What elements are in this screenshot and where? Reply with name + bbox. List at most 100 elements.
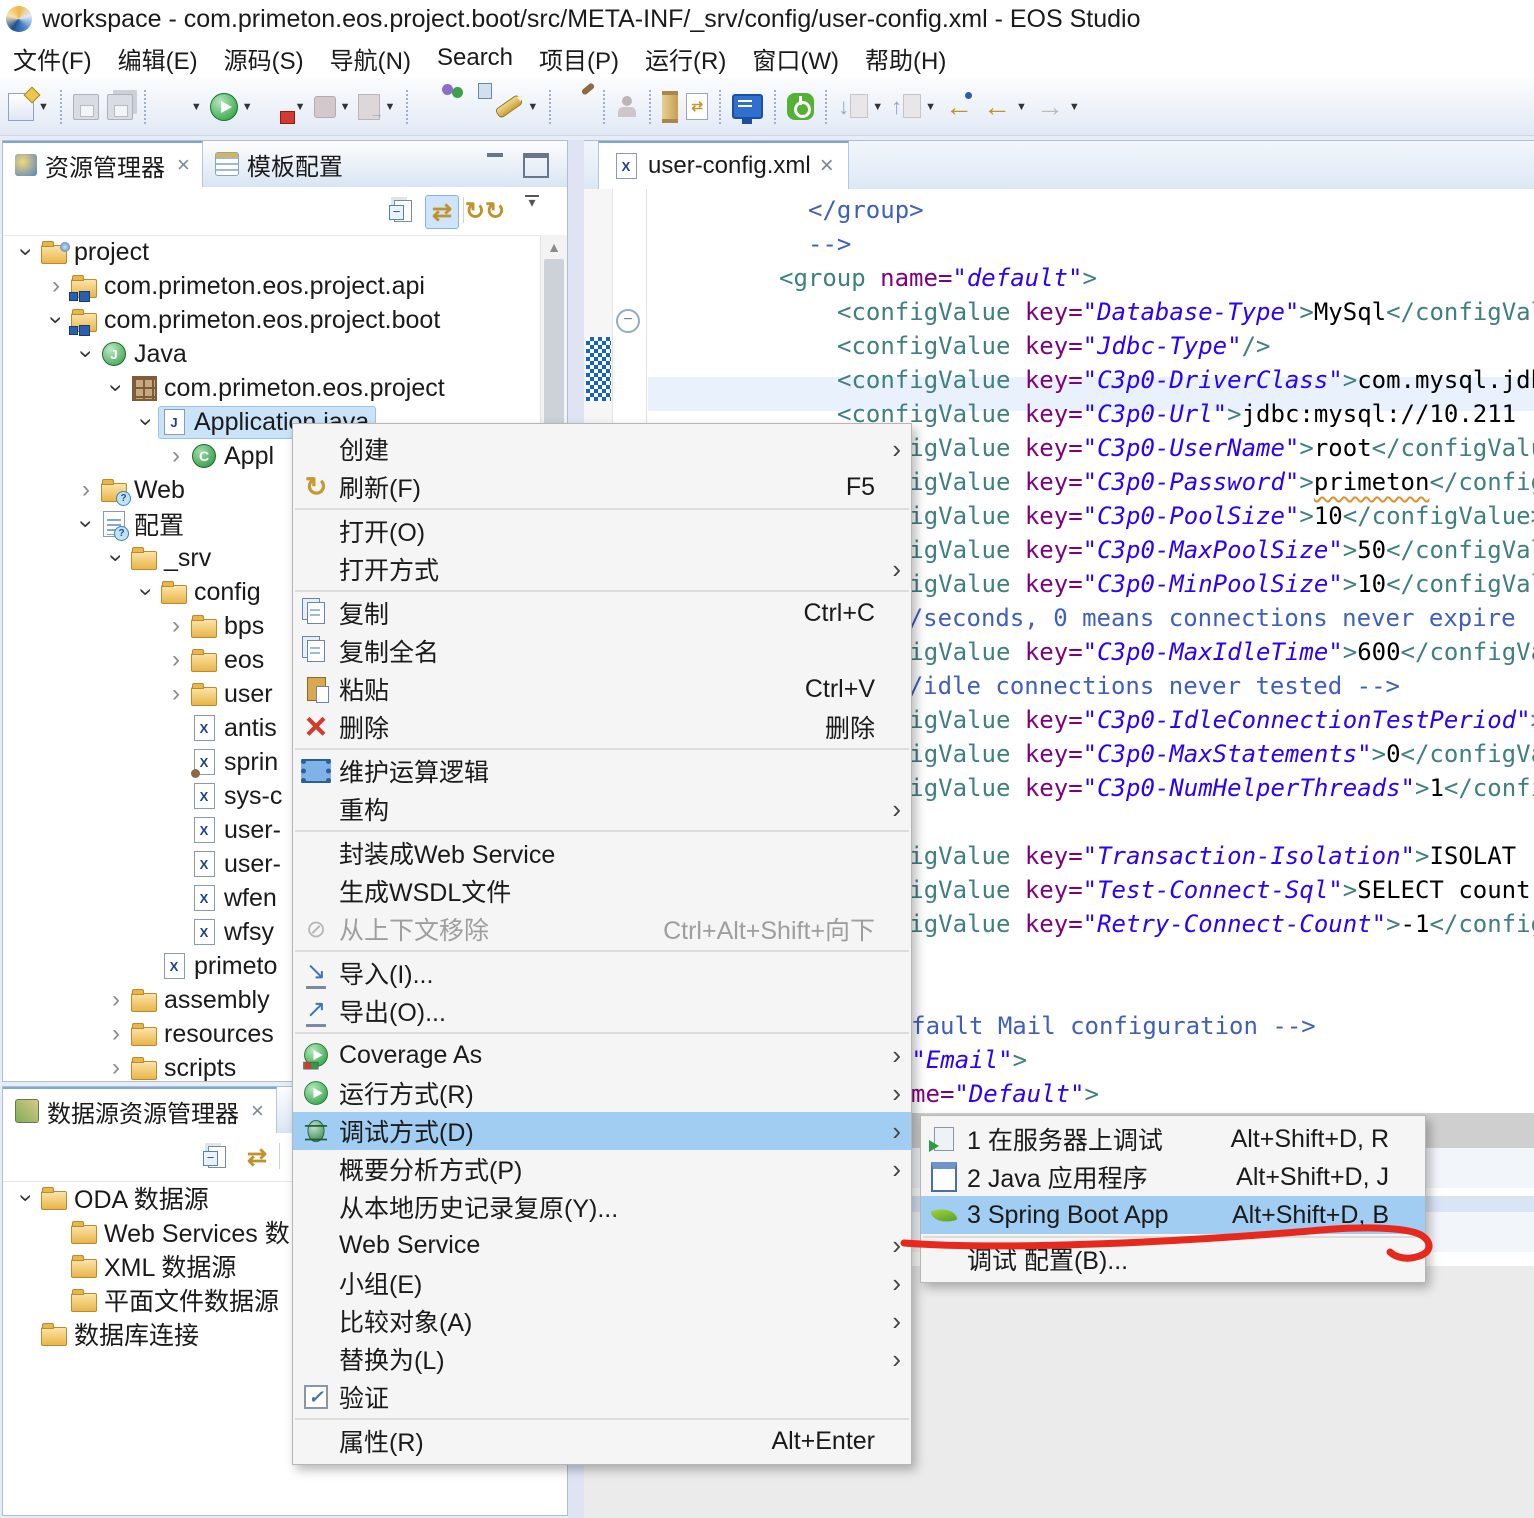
close-icon[interactable]: × bbox=[820, 152, 834, 180]
expand-arrow-icon[interactable]: › bbox=[132, 579, 160, 605]
tree-item-sprin[interactable]: Xsprin bbox=[163, 745, 284, 779]
dropdown-caret-icon[interactable]: ▼ bbox=[295, 101, 306, 113]
dropdown-caret-icon[interactable]: ▼ bbox=[242, 101, 253, 113]
menu-item-删除[interactable]: 删除删除 bbox=[293, 708, 911, 746]
scrollbar-thumb[interactable] bbox=[544, 259, 564, 425]
new-wizard-button[interactable]: ▼ bbox=[6, 87, 51, 127]
menu-item-复制全名[interactable]: 复制全名 bbox=[293, 632, 911, 670]
expand-arrow-icon[interactable]: › bbox=[72, 341, 100, 367]
menu-item-属性-R-[interactable]: 属性(R)Alt+Enter bbox=[293, 1422, 911, 1460]
highlighter-button[interactable]: ▼ bbox=[493, 87, 540, 127]
collapse-all-icon[interactable] bbox=[387, 195, 419, 227]
menu-item-验证[interactable]: 验证 bbox=[293, 1378, 911, 1416]
dropdown-caret-icon[interactable]: ▼ bbox=[527, 101, 538, 113]
expand-arrow-icon[interactable]: › bbox=[103, 986, 129, 1014]
expand-arrow-icon[interactable]: › bbox=[73, 476, 99, 504]
tree-item-com-primeton-eos-project-boot[interactable]: ›com.primeton.eos.project.boot bbox=[43, 303, 446, 337]
tab-user-config-xml[interactable]: X user-config.xml × bbox=[598, 141, 849, 189]
tree-item-ODA-数据源[interactable]: ›ODA 数据源 bbox=[13, 1181, 215, 1215]
dropdown-caret-icon[interactable]: ▼ bbox=[1069, 101, 1080, 113]
debug-button[interactable]: ▼ bbox=[155, 87, 204, 127]
tree-item-Web[interactable]: ›Web bbox=[73, 473, 191, 507]
spool-button[interactable] bbox=[660, 87, 680, 127]
menu-item-封装成Web-Service[interactable]: 封装成Web Service bbox=[293, 834, 911, 872]
expand-arrow-icon[interactable]: › bbox=[43, 272, 69, 300]
link-with-editor-icon[interactable]: ⇄ bbox=[425, 195, 459, 229]
tree-item-XML-数据源[interactable]: XML 数据源 bbox=[43, 1249, 242, 1283]
tree-item-eos[interactable]: ›eos bbox=[163, 643, 270, 677]
expand-arrow-icon[interactable]: › bbox=[163, 442, 189, 470]
menubar-item[interactable]: 源码(S) bbox=[211, 38, 317, 78]
expand-arrow-icon[interactable]: › bbox=[132, 409, 160, 435]
menu-item-打开方式[interactable]: 打开方式› bbox=[293, 550, 911, 588]
expand-arrow-icon[interactable]: › bbox=[72, 511, 100, 537]
menubar-item[interactable]: 帮助(H) bbox=[852, 38, 959, 78]
menu-item-小组-E-[interactable]: 小组(E)› bbox=[293, 1264, 911, 1302]
menu-item-维护运算逻辑[interactable]: 维护运算逻辑 bbox=[293, 752, 911, 790]
run-config-button[interactable]: ▼ bbox=[259, 87, 308, 127]
tree-item-scripts[interactable]: ›scripts bbox=[103, 1051, 242, 1081]
tab-datasource-explorer[interactable]: 数据源资源管理器 × bbox=[3, 1087, 277, 1133]
stop-disabled-button[interactable]: ▼ bbox=[312, 87, 353, 127]
menu-item-从本地历史记录复原-Y-[interactable]: 从本地历史记录复原(Y)... bbox=[293, 1188, 911, 1226]
expand-arrow-icon[interactable]: › bbox=[103, 1020, 129, 1048]
menubar-item[interactable]: 文件(F) bbox=[0, 38, 105, 78]
menubar-item[interactable]: 运行(R) bbox=[632, 38, 739, 78]
menu-item-概要分析方式-P-[interactable]: 概要分析方式(P)› bbox=[293, 1150, 911, 1188]
dropdown-caret-icon[interactable]: ▼ bbox=[384, 101, 395, 113]
menu-item-调试方式-D-[interactable]: 调试方式(D)› bbox=[293, 1112, 911, 1150]
menu-item-2-Java-应用程序[interactable]: 2 Java 应用程序Alt+Shift+D, J bbox=[921, 1158, 1425, 1196]
menu-item-比较对象-A-[interactable]: 比较对象(A)› bbox=[293, 1302, 911, 1340]
annotate-down-disabled-button[interactable]: ▼ bbox=[836, 87, 885, 127]
scroll-up-icon[interactable]: ▲ bbox=[541, 239, 567, 255]
open-config-button[interactable] bbox=[455, 87, 489, 127]
tree-item-wfsy[interactable]: Xwfsy bbox=[163, 915, 280, 949]
menubar-item[interactable]: 窗口(W) bbox=[739, 38, 852, 78]
tree-item-数据库连接[interactable]: 数据库连接 bbox=[13, 1317, 205, 1351]
dropdown-caret-icon[interactable]: ▼ bbox=[38, 101, 49, 113]
dropdown-caret-icon[interactable]: ▼ bbox=[1016, 101, 1027, 113]
expand-arrow-icon[interactable]: › bbox=[163, 680, 189, 708]
tree-item-user-[interactable]: Xuser- bbox=[163, 813, 287, 847]
menu-item-导入-I-[interactable]: 导入(I)... bbox=[293, 954, 911, 992]
menu-item-1-在服务器上调试[interactable]: 1 在服务器上调试Alt+Shift+D, R bbox=[921, 1120, 1425, 1158]
run-button[interactable]: ▼ bbox=[208, 87, 255, 127]
dropdown-caret-icon[interactable]: ▼ bbox=[191, 101, 202, 113]
menu-item-替换为-L-[interactable]: 替换为(L)› bbox=[293, 1340, 911, 1378]
link-with-editor-icon[interactable]: ⇄ bbox=[241, 1141, 273, 1173]
tree-item-com-primeton-eos-project[interactable]: ›com.primeton.eos.project bbox=[103, 371, 451, 405]
dropdown-caret-icon[interactable]: ▼ bbox=[872, 101, 883, 113]
back-button[interactable]: ▼ bbox=[980, 87, 1029, 127]
menu-item-运行方式-R-[interactable]: 运行方式(R)› bbox=[293, 1074, 911, 1112]
tree-item-sys-c[interactable]: Xsys-c bbox=[163, 779, 288, 813]
tree-item-user[interactable]: ›user bbox=[163, 677, 279, 711]
view-menu-icon[interactable]: ▾ bbox=[525, 195, 539, 207]
new-user-disabled-button[interactable] bbox=[614, 87, 640, 127]
xml-transform-button[interactable] bbox=[684, 87, 710, 127]
menu-item-打开-O-[interactable]: 打开(O) bbox=[293, 512, 911, 550]
dropdown-caret-icon[interactable]: ▼ bbox=[925, 101, 936, 113]
open-resource-button[interactable] bbox=[417, 87, 451, 127]
expand-arrow-icon[interactable]: › bbox=[12, 239, 40, 265]
tree-item-平面文件数据源[interactable]: 平面文件数据源 bbox=[43, 1283, 285, 1317]
minimize-view-icon[interactable] bbox=[485, 153, 507, 171]
close-icon[interactable]: × bbox=[177, 152, 190, 178]
menu-item-3-Spring-Boot-App[interactable]: 3 Spring Boot AppAlt+Shift+D, B bbox=[921, 1196, 1425, 1234]
tree-item-Web-Services-数[interactable]: Web Services 数 bbox=[43, 1215, 296, 1249]
refresh-icon[interactable]: ↻↻ bbox=[469, 195, 501, 227]
menubar-item[interactable]: 编辑(E) bbox=[105, 38, 211, 78]
menu-item-粘贴[interactable]: 粘贴Ctrl+V bbox=[293, 670, 911, 708]
tree-item-Java[interactable]: ›JJava bbox=[73, 337, 193, 371]
expand-arrow-icon[interactable]: › bbox=[42, 307, 70, 333]
save-button[interactable] bbox=[71, 87, 101, 127]
expand-arrow-icon[interactable]: › bbox=[12, 1185, 40, 1211]
tab-resource-explorer[interactable]: 资源管理器 × bbox=[3, 141, 203, 187]
menu-item-从上下文移除[interactable]: 从上下文移除Ctrl+Alt+Shift+向下 bbox=[293, 910, 911, 948]
close-icon[interactable]: × bbox=[251, 1098, 264, 1124]
menu-item-Coverage-As[interactable]: Coverage As› bbox=[293, 1036, 911, 1074]
tree-item-antis[interactable]: Xantis bbox=[163, 711, 283, 745]
tree-item-user-[interactable]: Xuser- bbox=[163, 847, 287, 881]
expand-arrow-icon[interactable]: › bbox=[163, 646, 189, 674]
menubar-item[interactable]: 项目(P) bbox=[526, 38, 632, 78]
expand-arrow-icon[interactable]: › bbox=[103, 1054, 129, 1081]
